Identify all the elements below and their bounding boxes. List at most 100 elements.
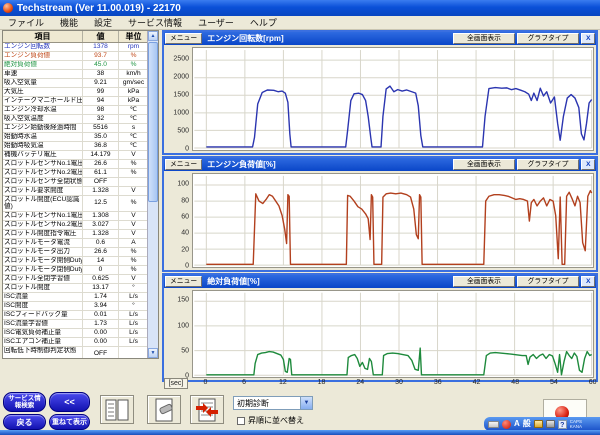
- table-row[interactable]: スロットルモータ出力26.6%: [3, 248, 148, 257]
- sort-ascending-checkbox[interactable]: [237, 417, 245, 425]
- table-row[interactable]: エンジン回転数1378rpm: [3, 43, 148, 52]
- ime-input-mode-button[interactable]: A: [514, 418, 520, 430]
- y-axis-labels: 05001000150020002500: [165, 47, 192, 151]
- live-data-table-panel: 項目 値 単位 エンジン回転数1378rpmエンジン負荷値93.7%絶対負荷値4…: [2, 30, 159, 359]
- pid-unit: °: [119, 302, 148, 310]
- close-icon[interactable]: X: [581, 159, 595, 170]
- table-row[interactable]: スロットルセンサNo.2電圧3.027V: [3, 221, 148, 230]
- sort-ascending-label: 昇順に並べ替え: [248, 415, 304, 426]
- data-clear-button[interactable]: [147, 395, 181, 424]
- chart-titlebar[interactable]: メニューエンジン回転数[rpm]全画面表示グラフタイプX: [164, 32, 596, 45]
- table-row[interactable]: スロットルセンサ全閉状態OFF: [3, 178, 148, 187]
- plot-area: [192, 290, 594, 378]
- table-row[interactable]: エンジン負荷値93.7%: [3, 52, 148, 61]
- table-row[interactable]: 車速38km/h: [3, 70, 148, 79]
- graph-type-button[interactable]: グラフタイプ: [517, 33, 579, 44]
- table-row[interactable]: スロットル全閉学習値0.625V: [3, 275, 148, 284]
- table-row[interactable]: スロットル開度13.17°: [3, 284, 148, 293]
- table-row[interactable]: スロットル開度(ECU認識値)12.5%: [3, 196, 148, 212]
- menu-item-1[interactable]: 機能: [52, 16, 86, 29]
- chart-titlebar[interactable]: メニューエンジン負荷値[%]全画面表示グラフタイプX: [164, 158, 596, 171]
- table-row[interactable]: 始動時吸気温36.8℃: [3, 142, 148, 151]
- pid-unit: s: [119, 124, 148, 132]
- table-row[interactable]: スロットルモータ開側Duty比14%: [3, 257, 148, 266]
- table-row[interactable]: スロットル要求開度1.328V: [3, 187, 148, 196]
- table-row[interactable]: スロットル開度指令電圧1.328V: [3, 230, 148, 239]
- pid-name: スロットル要求開度: [3, 187, 83, 195]
- table-row[interactable]: ISCフィードバック量0.01L/s: [3, 311, 148, 320]
- table-row[interactable]: 絶対負荷値45.0%: [3, 61, 148, 70]
- overlay-display-button[interactable]: 重ねて表示: [49, 414, 90, 430]
- table-row[interactable]: インテークマニホールド圧94kPa: [3, 97, 148, 106]
- scroll-down-icon[interactable]: ▼: [148, 348, 158, 358]
- ime-tools-icon[interactable]: [546, 420, 555, 428]
- table-row[interactable]: スロットルセンサNo.1電圧1.308V: [3, 212, 148, 221]
- table-row[interactable]: 始動時水温35.0℃: [3, 133, 148, 142]
- pid-name: スロットルセンサNo.2電圧: [3, 221, 83, 229]
- back-button[interactable]: 戻る: [3, 414, 46, 430]
- sort-ascending-option[interactable]: 昇順に並べ替え: [237, 415, 304, 426]
- table-row[interactable]: ISC流量1.74L/s: [3, 293, 148, 302]
- fullscreen-button[interactable]: 全画面表示: [453, 33, 515, 44]
- keyboard-icon[interactable]: [488, 421, 499, 428]
- table-row[interactable]: ISC電気負荷補正量0.00L/s: [3, 329, 148, 338]
- pid-value: 36.8: [83, 142, 119, 150]
- list-display-button[interactable]: [100, 395, 134, 424]
- pid-value: OFF: [83, 178, 119, 186]
- fullscreen-button[interactable]: 全画面表示: [453, 276, 515, 287]
- table-row[interactable]: ISC開度3.94°: [3, 302, 148, 311]
- close-icon[interactable]: X: [581, 33, 595, 44]
- scroll-up-icon[interactable]: ▲: [148, 31, 158, 41]
- table-row[interactable]: スロットルモータ閉側Duty比0%: [3, 266, 148, 275]
- table-row[interactable]: スロットルモータ電流0.6A: [3, 239, 148, 248]
- service-info-search-button[interactable]: サービス情報検索: [3, 392, 46, 412]
- table-row[interactable]: スロットルセンサNo.1電圧比26.6%: [3, 160, 148, 169]
- ime-dictionary-icon[interactable]: [534, 420, 543, 428]
- table-row[interactable]: エンジン始動後経過時間5516s: [3, 124, 148, 133]
- chart-menu-button[interactable]: メニュー: [165, 276, 202, 287]
- time-axis: [sec] 06121824303642485460: [162, 378, 598, 391]
- table-row[interactable]: エンジン冷却水温98℃: [3, 106, 148, 115]
- menu-item-4[interactable]: ユーザー: [190, 16, 242, 29]
- scrollbar-thumb[interactable]: [148, 42, 158, 202]
- ime-help-icon[interactable]: ?: [558, 420, 567, 429]
- table-scrollbar[interactable]: ▲ ▼: [147, 31, 158, 358]
- ime-language-bar[interactable]: A 般 ? CAPS KANA: [484, 417, 600, 431]
- table-row[interactable]: スロットルセンサNo.2電圧比61.1%: [3, 169, 148, 178]
- fullscreen-button[interactable]: 全画面表示: [453, 159, 515, 170]
- pid-unit: °: [119, 284, 148, 292]
- chart-menu-button[interactable]: メニュー: [165, 159, 202, 170]
- table-row[interactable]: ISCエアコン補正量0.00L/s: [3, 338, 148, 347]
- table-row[interactable]: 回転低下時制御判定状態OFF: [3, 347, 148, 359]
- menu-item-3[interactable]: サービス情報: [120, 16, 190, 29]
- graph-type-button[interactable]: グラフタイプ: [517, 276, 579, 287]
- pid-value: 93.7: [83, 52, 119, 60]
- menu-item-5[interactable]: ヘルプ: [242, 16, 285, 29]
- chart-area: メニューエンジン回転数[rpm]全画面表示グラフタイプX 050010001500…: [162, 30, 598, 383]
- graph-type-button[interactable]: グラフタイプ: [517, 159, 579, 170]
- title-bar[interactable]: Techstream (Ver 11.00.019) - 22170: [0, 0, 600, 16]
- collapse-button[interactable]: <<: [49, 392, 90, 412]
- ime-status-icon[interactable]: [502, 420, 511, 429]
- chart-menu-button[interactable]: メニュー: [165, 33, 202, 44]
- menu-item-0[interactable]: ファイル: [0, 16, 52, 29]
- table-row[interactable]: 補機バッテリ電圧14.179V: [3, 151, 148, 160]
- pid-name: エンジン冷却水温: [3, 106, 83, 114]
- menu-item-2[interactable]: 設定: [86, 16, 120, 29]
- pid-value: 1.308: [83, 212, 119, 220]
- table-row[interactable]: ISC流量学習値1.73L/s: [3, 320, 148, 329]
- chevron-down-icon[interactable]: ▼: [300, 397, 312, 409]
- chart-title: 絶対負荷値[%]: [207, 276, 259, 287]
- pid-name: ISC流量学習値: [3, 320, 83, 328]
- diagnosis-mode-dropdown[interactable]: 初期診断 ▼: [233, 396, 313, 410]
- close-icon[interactable]: X: [581, 276, 595, 287]
- snapshot-record-button[interactable]: [190, 395, 224, 424]
- chart-titlebar[interactable]: メニュー絶対負荷値[%] 全画面表示グラフタイプX: [164, 275, 596, 288]
- table-row[interactable]: 吸入空気温度32℃: [3, 115, 148, 124]
- table-row[interactable]: 吸入空気量9.21gm/sec: [3, 79, 148, 88]
- y-axis-labels: 020406080100: [165, 173, 192, 268]
- pid-unit: L/s: [119, 311, 148, 319]
- pid-value: 5516: [83, 124, 119, 132]
- ime-conversion-mode-button[interactable]: 般: [523, 418, 531, 430]
- table-row[interactable]: 大気圧99kPa: [3, 88, 148, 97]
